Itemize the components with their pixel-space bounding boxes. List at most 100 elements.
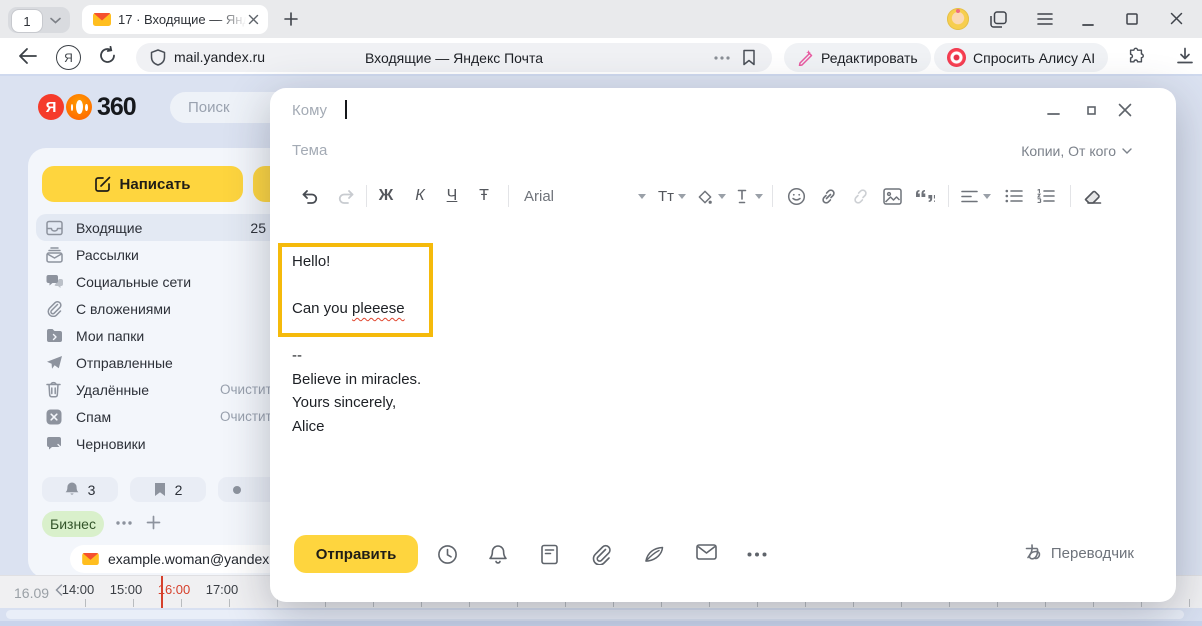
url-more-icon[interactable]: [714, 56, 730, 60]
folder-label: Социальные сети: [76, 274, 191, 290]
bottom-edge: [0, 621, 1202, 626]
edit-page-label: Редактировать: [821, 50, 918, 66]
menu-icon[interactable]: [1037, 13, 1053, 25]
stationery-quill-icon[interactable]: [643, 544, 665, 564]
tab-close-icon[interactable]: [248, 14, 259, 25]
highlight-color-button[interactable]: [694, 180, 728, 212]
bookmark-flag-icon: [154, 482, 166, 497]
yandex-logo[interactable]: Я: [38, 94, 64, 120]
compose-more-icon[interactable]: [747, 552, 767, 557]
insert-image-icon[interactable]: [878, 180, 906, 212]
tab-counter[interactable]: 1: [8, 7, 70, 33]
signature-block[interactable]: -- Believe in miracles. Yours sincerely,…: [292, 344, 421, 438]
body-line-1[interactable]: Hello!: [292, 253, 330, 270]
redo-icon[interactable]: [334, 180, 358, 212]
remove-link-icon[interactable]: [846, 180, 874, 212]
inbox-count: 25: [250, 220, 266, 236]
folder-label: Спам: [76, 409, 111, 425]
browser-tab[interactable]: 17 · Входящие — Яндекс: [82, 5, 268, 34]
dot-icon: [232, 485, 242, 495]
compose-close-icon[interactable]: [1118, 103, 1132, 117]
timeline-tick: [1189, 599, 1190, 607]
timeline-tick-label: 17:00: [198, 582, 246, 597]
insert-link-icon[interactable]: [814, 180, 842, 212]
downloads-icon[interactable]: [1176, 47, 1194, 65]
misspelled-word[interactable]: pleeese: [352, 300, 405, 317]
extensions-puzzle-icon[interactable]: [1126, 46, 1146, 66]
tags-more-icon[interactable]: [116, 521, 132, 525]
schedule-send-clock-icon[interactable]: [437, 544, 458, 565]
translator-icon: [1023, 543, 1043, 563]
yandex-home-icon[interactable]: Я: [56, 45, 81, 70]
scrollbar-thumb[interactable]: [6, 610, 1184, 619]
compose-minimize-icon[interactable]: [1047, 113, 1060, 115]
bookmark-icon[interactable]: [742, 49, 756, 66]
send-button[interactable]: Отправить: [294, 535, 418, 573]
undo-icon[interactable]: [298, 180, 322, 212]
alice-icon: [947, 48, 966, 67]
align-select[interactable]: [958, 180, 994, 212]
back-icon[interactable]: [18, 47, 38, 65]
compose-button-label: Написать: [120, 176, 191, 193]
italic-button[interactable]: К: [408, 180, 432, 212]
bookmarks-pill[interactable]: 2: [130, 477, 206, 502]
edit-page-button[interactable]: Редактировать: [784, 43, 931, 72]
paperclip-icon: [46, 300, 63, 317]
folder-label: Черновики: [76, 436, 146, 452]
text-color-button[interactable]: [732, 180, 766, 212]
font-family-select[interactable]: Arial: [520, 180, 650, 212]
account-email: example.woman@yandex.ru: [108, 551, 286, 567]
account-chip[interactable]: example.woman@yandex.ru: [70, 545, 282, 573]
numbered-list-icon[interactable]: [1032, 180, 1060, 212]
newsletters-icon: [46, 247, 63, 263]
page-title: Входящие — Яндекс Почта: [136, 50, 772, 66]
add-tag-icon[interactable]: [146, 515, 161, 530]
window-minimize-icon[interactable]: [1082, 24, 1094, 26]
formatting-toolbar: Ж К Ч Ŧ Arial Tт: [270, 180, 1176, 212]
horizontal-scrollbar[interactable]: [0, 608, 1202, 621]
translator-button[interactable]: Переводчик: [1023, 543, 1134, 563]
logo-360-icon[interactable]: [66, 94, 92, 120]
subject-field[interactable]: Тема: [292, 142, 327, 159]
emoji-icon[interactable]: [782, 180, 810, 212]
tab-groups-icon[interactable]: [990, 11, 1007, 28]
timeline-current-label: 16:00: [150, 582, 198, 597]
reminders-pill[interactable]: 3: [42, 477, 118, 502]
letter-envelope-icon[interactable]: [696, 544, 717, 560]
reminder-bell-icon[interactable]: [488, 544, 508, 565]
compose-expand-icon[interactable]: [1087, 106, 1096, 115]
body-line-2[interactable]: Can you pleeese: [292, 300, 405, 317]
timeline-date: 16.09: [14, 585, 49, 601]
template-document-icon[interactable]: [541, 544, 558, 565]
address-bar: Я mail.yandex.ru Входящие — Яндекс Почта…: [0, 38, 1202, 76]
bullet-list-icon[interactable]: [1000, 180, 1028, 212]
compose-window: Кому Тема Копии, От кого Ж К Ч Ŧ Arial: [270, 88, 1176, 602]
font-size-select[interactable]: Tт: [654, 180, 690, 212]
ask-alice-button[interactable]: Спросить Алису AI: [934, 43, 1108, 72]
strikethrough-button[interactable]: Ŧ: [472, 180, 496, 212]
refresh-icon[interactable]: [98, 46, 117, 65]
clear-formatting-eraser-icon[interactable]: [1078, 180, 1106, 212]
search-placeholder: Поиск: [188, 99, 230, 116]
tag-business[interactable]: Бизнес: [42, 511, 104, 537]
current-time-line: [161, 576, 163, 609]
cc-from-toggle[interactable]: Копии, От кого: [1021, 143, 1132, 159]
to-field[interactable]: Кому: [292, 102, 327, 119]
avatar[interactable]: [947, 8, 969, 30]
tab-count[interactable]: 1: [11, 9, 43, 33]
window-maximize-icon[interactable]: [1126, 13, 1138, 25]
url-field[interactable]: mail.yandex.ru Входящие — Яндекс Почта: [136, 43, 772, 72]
browser-chrome: 1 17 · Входящие — Яндекс: [0, 0, 1202, 38]
bold-button[interactable]: Ж: [374, 180, 398, 212]
ask-alice-label: Спросить Алису AI: [973, 50, 1095, 66]
trash-icon: [46, 381, 63, 398]
spam-icon: [46, 409, 63, 425]
quote-icon[interactable]: [910, 180, 940, 212]
attach-paperclip-icon[interactable]: [591, 544, 611, 565]
compose-button[interactable]: Написать: [42, 166, 243, 202]
underline-button[interactable]: Ч: [440, 180, 464, 212]
window-close-icon[interactable]: [1170, 12, 1183, 25]
chevron-down-icon: [718, 194, 726, 199]
new-tab-icon[interactable]: [284, 12, 298, 26]
chevron-down-icon[interactable]: [50, 17, 61, 24]
